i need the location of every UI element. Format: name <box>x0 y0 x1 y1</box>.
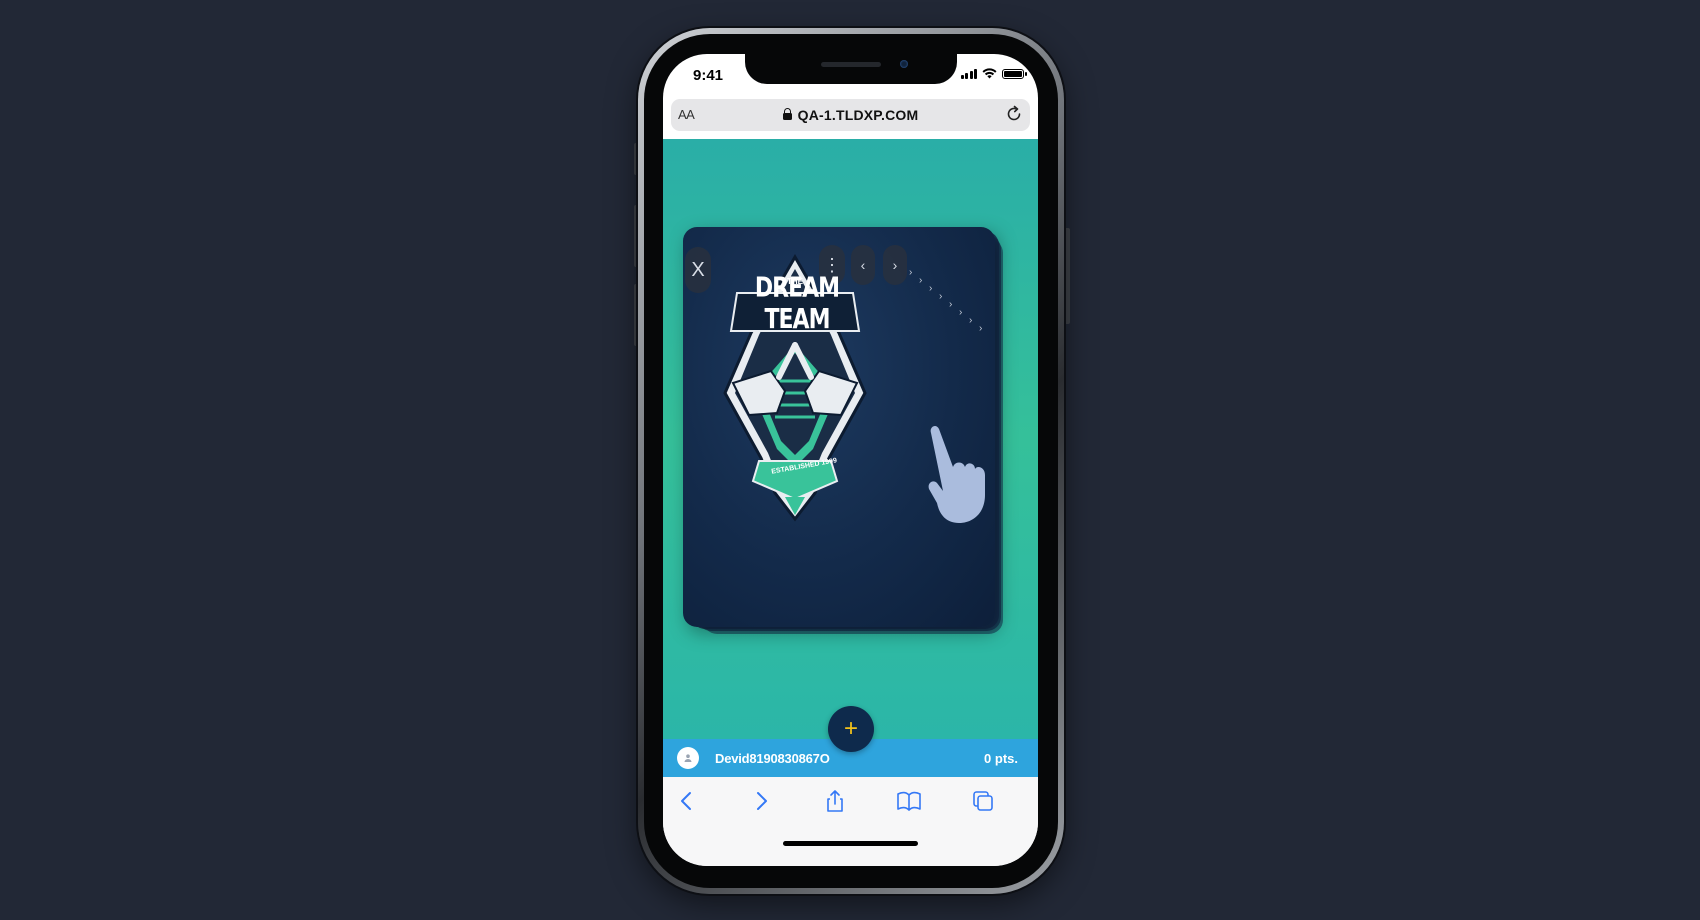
phone-screen: 9:41 AA QA-1.TLDXP.COM X ⋮ ‹ › › › › › ›… <box>663 54 1038 866</box>
close-card-button[interactable]: X <box>685 247 711 293</box>
bookmarks-icon[interactable] <box>895 787 923 815</box>
next-card-button[interactable]: › <box>883 245 907 285</box>
lock-icon <box>782 108 792 120</box>
back-icon[interactable] <box>673 787 701 815</box>
share-icon[interactable] <box>821 787 849 815</box>
stack-chevron-icon: › <box>929 283 933 294</box>
stack-chevron-icon: › <box>969 315 973 326</box>
hand-pointer-icon <box>928 426 985 523</box>
battery-icon <box>1002 68 1027 79</box>
notch <box>745 54 957 84</box>
home-indicator[interactable] <box>783 841 918 846</box>
points-display: 0 pts. <box>984 751 1018 766</box>
add-button[interactable]: + <box>828 706 874 752</box>
stack-chevron-icon: › <box>959 307 963 318</box>
tradable-card[interactable]: X ⋮ ‹ › › › › › › › › › THE DREAM TEAM E… <box>683 227 995 627</box>
username: Devid8190830867O <box>715 751 830 766</box>
user-avatar-icon[interactable] <box>677 747 699 769</box>
url-text: QA-1.TLDXP.COM <box>797 107 919 123</box>
stack-chevron-icon: › <box>919 275 923 286</box>
power-button <box>1064 228 1070 324</box>
status-icons <box>960 68 1027 79</box>
stack-chevron-icon: › <box>939 291 943 302</box>
url-display[interactable]: QA-1.TLDXP.COM <box>671 107 1030 123</box>
front-camera <box>900 60 908 68</box>
wifi-icon <box>982 68 997 79</box>
logo-title: DREAM TEAM <box>754 272 840 336</box>
status-time: 9:41 <box>693 67 724 84</box>
reload-icon[interactable] <box>1004 104 1024 124</box>
page-content: X ⋮ ‹ › › › › › › › › › THE DREAM TEAM E… <box>663 139 1038 739</box>
stack-chevron-icon: › <box>909 267 913 278</box>
browser-toolbar <box>663 777 1038 866</box>
stack-chevron-icon: › <box>979 323 983 334</box>
stack-chevron-icon: › <box>949 299 953 310</box>
tabs-icon[interactable] <box>969 787 997 815</box>
cellular-signal-icon <box>960 68 977 79</box>
address-bar[interactable]: AA QA-1.TLDXP.COM <box>671 99 1030 131</box>
forward-icon[interactable] <box>747 787 775 815</box>
